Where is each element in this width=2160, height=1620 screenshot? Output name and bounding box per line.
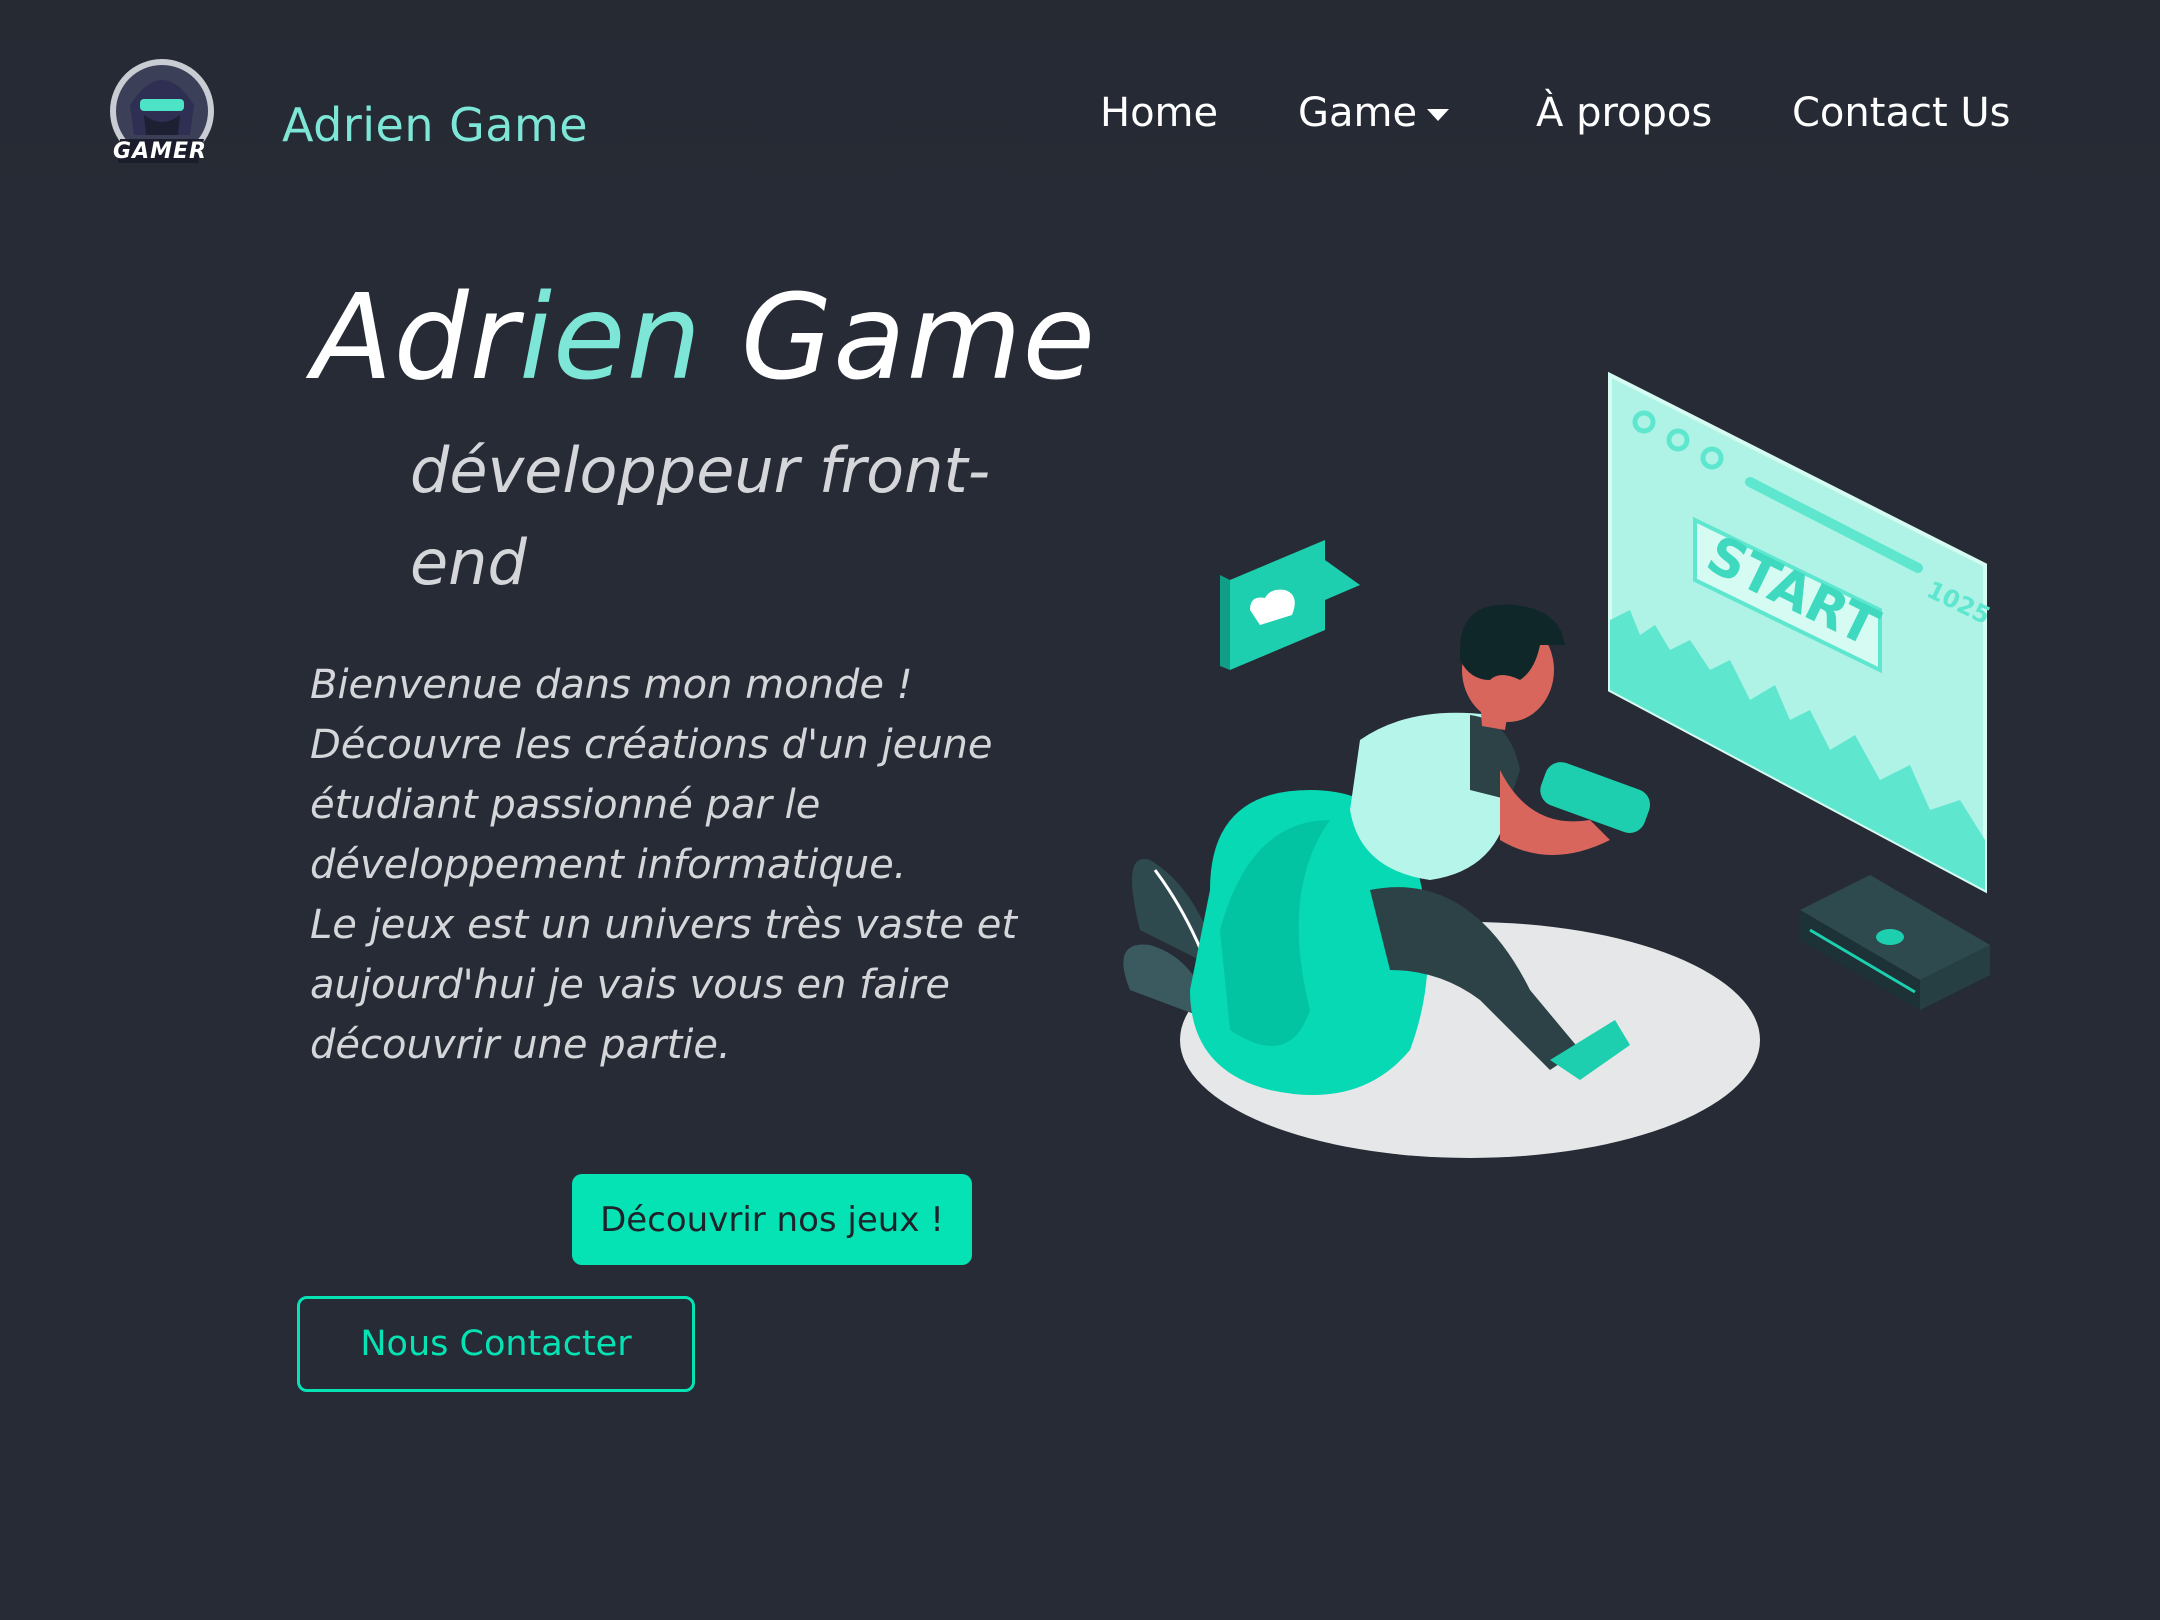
page: GAMER Adrien Game Home Game À propos Con…	[0, 0, 2160, 1620]
hero-title: Adrien Game	[312, 268, 1096, 406]
heart-bubble-icon	[1220, 540, 1360, 670]
brand-name[interactable]: Adrien Game	[282, 98, 588, 152]
caret-down-icon	[1427, 109, 1450, 121]
description-line: Le jeux est un univers très vaste et	[310, 902, 1018, 948]
nav-about-link[interactable]: À propos	[1536, 90, 1712, 136]
game-screen: START 1025	[1608, 371, 1995, 894]
hero-title-part1: Adr	[312, 268, 520, 406]
game-console-icon	[1800, 875, 1990, 1010]
nav-game-link[interactable]: Game	[1298, 90, 1450, 136]
navbar: GAMER Adrien Game Home Game À propos Con…	[0, 0, 2160, 215]
description-line: développement informatique.	[310, 842, 907, 888]
hero-description: Bienvenue dans mon monde ! Découvre les …	[310, 655, 1030, 1075]
logo-text: GAMER	[113, 139, 207, 164]
hero-subtitle: développeur front-end	[410, 434, 991, 599]
nav-contact-link[interactable]: Contact Us	[1792, 90, 2010, 136]
description-line: Découvre les créations d'un jeune	[310, 722, 993, 768]
hero-title-part2: Game	[702, 268, 1097, 406]
contact-us-button[interactable]: Nous Contacter	[297, 1296, 695, 1392]
description-line: aujourd'hui je vais vous en faire	[310, 962, 950, 1008]
description-line: Bienvenue dans mon monde !	[310, 662, 913, 708]
nav-game-label: Game	[1298, 90, 1418, 136]
nav-home-link[interactable]: Home	[1100, 90, 1218, 136]
description-line: découvrir une partie.	[310, 1022, 731, 1068]
logo-icon[interactable]: GAMER	[100, 55, 224, 175]
description-line: étudiant passionné par le	[310, 782, 821, 828]
hero-title-accent: ien	[519, 268, 703, 406]
discover-games-button[interactable]: Découvrir nos jeux !	[572, 1174, 972, 1265]
gamer-illustration: START 1025	[1110, 370, 2010, 1180]
